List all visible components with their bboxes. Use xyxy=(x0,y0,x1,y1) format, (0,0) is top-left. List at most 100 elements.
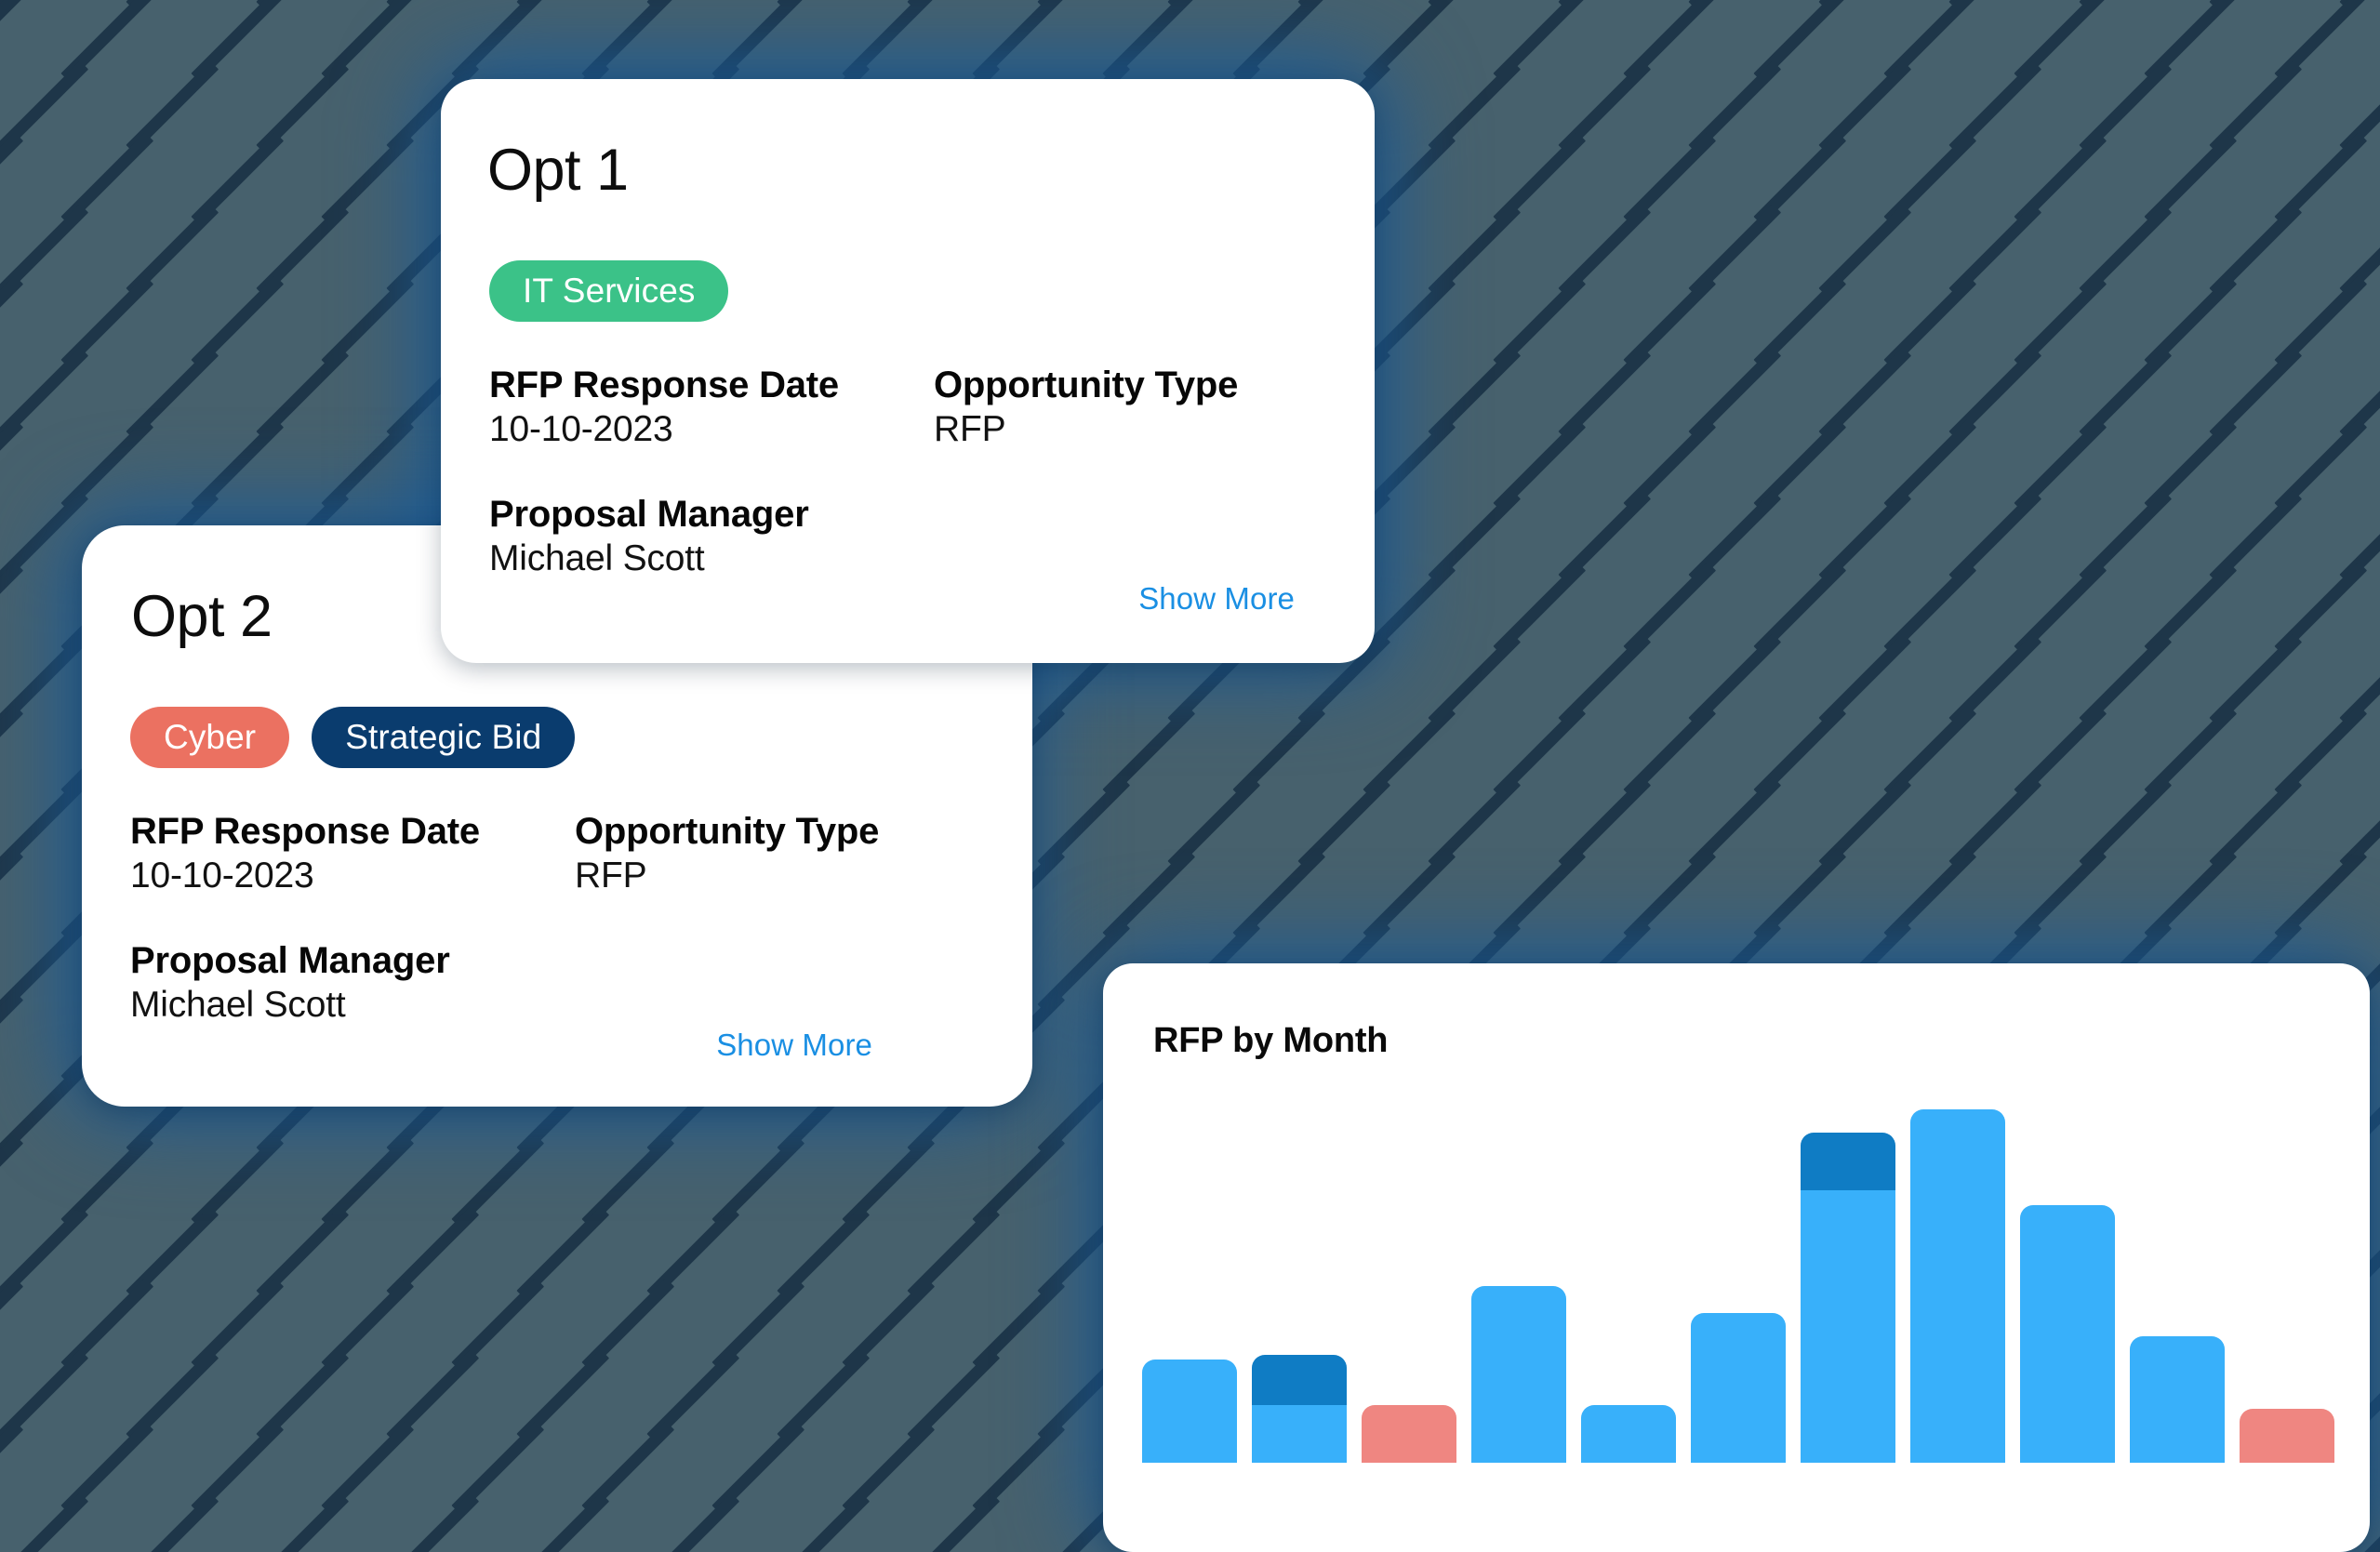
field-label-rfp-response-date: RFP Response Date xyxy=(489,365,839,405)
background-stripe xyxy=(1623,848,1717,942)
bar-stack xyxy=(1801,1132,1895,1463)
background-stripe xyxy=(972,1421,1066,1515)
background-stripe xyxy=(777,1206,871,1300)
background-stripe xyxy=(386,1206,480,1300)
background-stripe xyxy=(1948,204,2042,298)
background-stripe xyxy=(516,0,610,11)
background-stripe xyxy=(1818,776,1912,870)
background-stripe xyxy=(1623,132,1717,226)
background-stripe xyxy=(191,0,285,83)
background-stripe xyxy=(1232,705,1326,799)
background-stripe xyxy=(60,418,154,512)
background-stripe xyxy=(2014,705,2107,799)
background-stripe xyxy=(2209,204,2303,298)
bar-segment xyxy=(1252,1405,1347,1463)
bar-segment xyxy=(1801,1132,1895,1190)
background-stripe xyxy=(2014,0,2107,83)
field-value-proposal-manager: Michael Scott xyxy=(130,984,346,1025)
background-stripe xyxy=(1558,490,1652,584)
background-stripe xyxy=(1883,275,1977,369)
background-stripe xyxy=(1818,0,1912,11)
background-stripe xyxy=(1688,204,1782,298)
background-stripe xyxy=(581,1278,675,1372)
background-stripe xyxy=(972,1278,1066,1372)
background-stripe xyxy=(907,1349,1001,1443)
background-stripe xyxy=(2144,418,2238,512)
background-stripe xyxy=(2339,347,2380,441)
background-stripe xyxy=(1753,562,1847,656)
background-stripe xyxy=(256,347,350,441)
bar-segment xyxy=(1362,1405,1456,1463)
bar-segment xyxy=(2130,1335,2225,1463)
background-stripe xyxy=(2339,0,2380,11)
tag-pill-cyber[interactable]: Cyber xyxy=(130,707,290,768)
show-more-link-opt2[interactable]: Show More xyxy=(716,1028,872,1063)
card-title-opt2: Opt 2 xyxy=(131,584,273,649)
background-stripe xyxy=(1297,0,1391,11)
background-stripe xyxy=(2014,562,2107,656)
background-stripe xyxy=(1102,705,1196,799)
field-grid-opt1: RFP Response Date Opportunity Type 10-10… xyxy=(489,363,1326,582)
background-stripe xyxy=(711,1134,805,1228)
background-stripe xyxy=(1363,848,1456,942)
background-stripe xyxy=(2079,347,2173,441)
background-stripe xyxy=(1037,776,1131,870)
background-stripe xyxy=(451,1134,545,1228)
show-more-link-opt1[interactable]: Show More xyxy=(1138,581,1295,617)
background-stripe xyxy=(1688,633,1782,727)
background-stripe xyxy=(1428,633,1522,727)
background-stripe xyxy=(256,204,350,298)
background-stripe xyxy=(60,1134,154,1228)
background-stripe xyxy=(126,60,219,154)
background-stripe xyxy=(2079,60,2173,154)
background-stripe xyxy=(1558,204,1652,298)
field-value-opportunity-type: RFP xyxy=(575,856,647,895)
background-stripe xyxy=(1818,490,1912,584)
rfp-by-month-chart-card: RFP by Month Jan 24Feb 24Mar 24Apr 24May… xyxy=(1103,963,2370,1552)
background-stripe xyxy=(2144,275,2238,369)
bar-stack xyxy=(1252,1355,1347,1463)
background-stripe xyxy=(1428,0,1522,11)
background-stripe xyxy=(386,1492,480,1552)
background-stripe xyxy=(256,60,350,154)
background-stripe xyxy=(321,1278,415,1372)
background-stripe xyxy=(321,1421,415,1515)
background-stripe xyxy=(256,1492,350,1552)
background-stripe xyxy=(1558,60,1652,154)
background-stripe xyxy=(2274,275,2368,369)
background-stripe xyxy=(2274,848,2368,942)
field-label-proposal-manager: Proposal Manager xyxy=(489,493,809,535)
background-stripe xyxy=(126,204,219,298)
background-stripe xyxy=(2014,418,2107,512)
background-stripe xyxy=(1948,776,2042,870)
background-stripe xyxy=(60,1421,154,1515)
bar-segment xyxy=(1471,1286,1566,1463)
background-stripe xyxy=(777,1492,871,1552)
field-spacer xyxy=(575,983,977,1028)
background-stripe xyxy=(60,0,154,83)
background-stripe xyxy=(1623,562,1717,656)
background-stripe xyxy=(1818,204,1912,298)
background-stripe xyxy=(1493,0,1587,83)
background-stripe xyxy=(907,1492,1001,1552)
background-stripe xyxy=(1948,490,2042,584)
bar-segment xyxy=(2240,1409,2334,1463)
background-stripe xyxy=(451,1421,545,1515)
bar-segment xyxy=(1252,1355,1347,1406)
tag-pill-it-services[interactable]: IT Services xyxy=(489,260,729,322)
background-stripe xyxy=(386,1349,480,1443)
background-stripe xyxy=(646,1206,740,1300)
tag-pill-strategic-bid[interactable]: Strategic Bid xyxy=(312,707,576,768)
bar-segment xyxy=(1691,1312,1786,1463)
field-spacer xyxy=(934,537,1326,582)
background-stripe xyxy=(777,0,871,11)
bar-chart-plot: Jan 24Feb 24Mar 24Apr 24May 24Jun 24Jul … xyxy=(1142,1079,2342,1463)
background-stripe xyxy=(1753,275,1847,369)
background-stripe xyxy=(1818,60,1912,154)
bar-segment xyxy=(1801,1189,1895,1463)
opportunity-card-opt1[interactable]: Opt 1 IT Services RFP Response Date Oppo… xyxy=(441,79,1375,663)
background-stripe xyxy=(842,1278,936,1372)
field-label-proposal-manager: Proposal Manager xyxy=(130,939,450,981)
background-stripe xyxy=(2144,848,2238,942)
background-stripe xyxy=(1428,204,1522,298)
